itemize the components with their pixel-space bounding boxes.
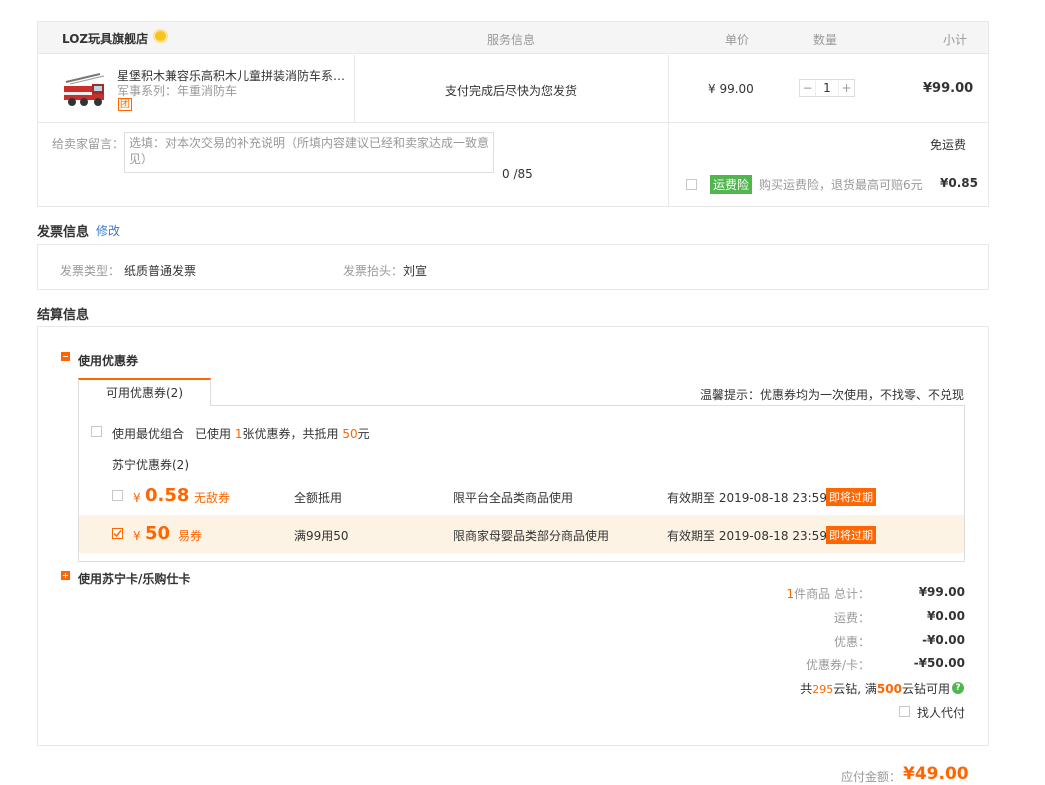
summary-total-row: 1件商品 总计： — [700, 585, 870, 602]
coupon-checkbox[interactable] — [112, 490, 123, 501]
coupon-section-title[interactable]: 使用优惠券 — [78, 352, 138, 369]
cloud-have: 295 — [812, 683, 834, 696]
invoice-title: 发票信息 — [37, 225, 90, 240]
shop-badge-icon — [153, 29, 168, 43]
discount-value: -¥0.00 — [922, 633, 965, 647]
shop-name[interactable]: LOZ玩具旗舰店 — [62, 30, 148, 47]
used-mid: 张优惠券，共抵用 — [242, 427, 339, 441]
used-suffix: 元 — [357, 427, 370, 441]
invoice-head-label: 发票抬头： — [343, 264, 404, 278]
item-subtotal: ¥99.00 — [923, 81, 974, 96]
tab-label: 可用优惠券(2) — [106, 386, 183, 400]
help-icon[interactable]: ? — [952, 682, 964, 694]
message-label: 给卖家留言： — [52, 137, 125, 151]
insurance-tag: 运费险 — [710, 175, 753, 194]
best-combo-label[interactable]: 使用最优组合 — [112, 425, 184, 442]
collapse-icon[interactable] — [61, 352, 70, 361]
cloud-suffix: 云钻可用 — [901, 682, 950, 696]
coupon-rule: 全额抵用 — [294, 491, 343, 505]
cloud-prefix: 共 — [800, 682, 813, 696]
coupon-scope: 限平台全品类商品使用 — [453, 491, 574, 505]
qty-minus-button[interactable]: − — [800, 80, 816, 96]
proxy-pay-checkbox[interactable] — [899, 706, 910, 717]
coupon-expiry: 有效期至 2019-08-18 23:59 — [667, 491, 827, 505]
item-count-label: 件商品 总计： — [794, 587, 870, 601]
cloud-diamond-row: 共295云钻, 满500云钻可用 — [700, 680, 950, 697]
insurance-text: 购买运费险，退货最高可赔6元 — [759, 178, 923, 192]
coupon-group-label: 苏宁优惠券(2) — [112, 458, 189, 472]
product-image[interactable] — [60, 70, 110, 110]
header-subtotal: 小计 — [943, 33, 968, 47]
group-buy-badge: 团 — [118, 98, 132, 111]
settlement-title: 结算信息 — [37, 308, 90, 323]
expiring-badge: 即将过期 — [826, 488, 876, 506]
free-shipping: 免运费 — [930, 138, 967, 152]
cloud-need: 500 — [876, 682, 902, 696]
coupon-symbol: ¥ — [133, 529, 141, 543]
coupon-checkbox-checked[interactable] — [112, 528, 123, 539]
invoice-type-value: 纸质普通发票 — [124, 264, 197, 278]
message-counter: 0 /85 — [502, 167, 533, 181]
coupon-tip: 温馨提示：优惠券均为一次使用，不找零、不兑现 — [700, 388, 965, 402]
best-combo-summary: 已使用 1张优惠券，共抵用 50元 — [195, 425, 370, 442]
message-textarea[interactable]: 选填：对本次交易的补充说明（所填内容建议已经和卖家达成一致意见） — [124, 132, 494, 173]
invoice-head-value: 刘宣 — [403, 264, 428, 278]
coupon-scope: 限商家母婴品类部分商品使用 — [453, 529, 610, 543]
payable-label: 应付金额： — [841, 770, 902, 784]
header-service: 服务信息 — [487, 33, 536, 47]
tab-available-coupons[interactable]: 可用优惠券(2) — [78, 378, 211, 406]
invoice-edit-link[interactable]: 修改 — [96, 222, 120, 239]
insurance-checkbox[interactable] — [686, 179, 697, 190]
best-combo-checkbox[interactable] — [91, 426, 102, 437]
summary-total: ¥99.00 — [918, 585, 965, 599]
unit-price: ¥ 99.00 — [708, 82, 754, 96]
coupon-tabbar-line — [210, 405, 965, 406]
header-unit-price: 单价 — [725, 33, 750, 47]
coupon-symbol: ¥ — [133, 491, 141, 505]
payable-amount: ¥49.00 — [903, 764, 969, 784]
discount-label: 优惠： — [833, 635, 870, 649]
product-series: 军事系列：年重消防车 — [117, 84, 238, 98]
qty-plus-button[interactable]: + — [838, 80, 854, 96]
coupon-amount: 0.58 — [145, 485, 190, 506]
freight-value: ¥0.00 — [927, 609, 965, 623]
invoice-type-label: 发票类型： — [60, 264, 121, 278]
coupon-kind: 无敌券 — [194, 491, 231, 505]
service-text: 支付完成后尽快为您发货 — [445, 84, 578, 98]
used-prefix: 已使用 — [195, 427, 232, 441]
coupon-amount: 50 — [145, 523, 171, 544]
coupon-rule: 满99用50 — [294, 529, 349, 543]
card-section-title[interactable]: 使用苏宁卡/乐购仕卡 — [78, 570, 190, 587]
col-divider — [668, 55, 669, 206]
coupon-kind: 易券 — [178, 529, 203, 543]
expand-icon[interactable] — [61, 571, 70, 580]
insurance-price: ¥0.85 — [940, 176, 978, 190]
cloud-mid: 云钻, 满 — [833, 682, 877, 696]
qty-input[interactable]: 1 — [816, 81, 838, 95]
used-amount: 50 — [342, 427, 358, 441]
message-placeholder: 选填：对本次交易的补充说明（所填内容建议已经和卖家达成一致意见） — [129, 136, 490, 166]
coupon-expiry: 有效期至 2019-08-18 23:59 — [667, 529, 827, 543]
coupon-label: 优惠券/卡： — [805, 658, 870, 672]
row-divider — [354, 55, 355, 123]
freight-label: 运费： — [833, 611, 870, 625]
quantity-stepper: − 1 + — [799, 79, 855, 97]
header-quantity: 数量 — [813, 33, 838, 47]
coupon-value: -¥50.00 — [913, 656, 965, 670]
proxy-pay-label[interactable]: 找人代付 — [917, 704, 965, 721]
expiring-badge: 即将过期 — [826, 526, 876, 544]
